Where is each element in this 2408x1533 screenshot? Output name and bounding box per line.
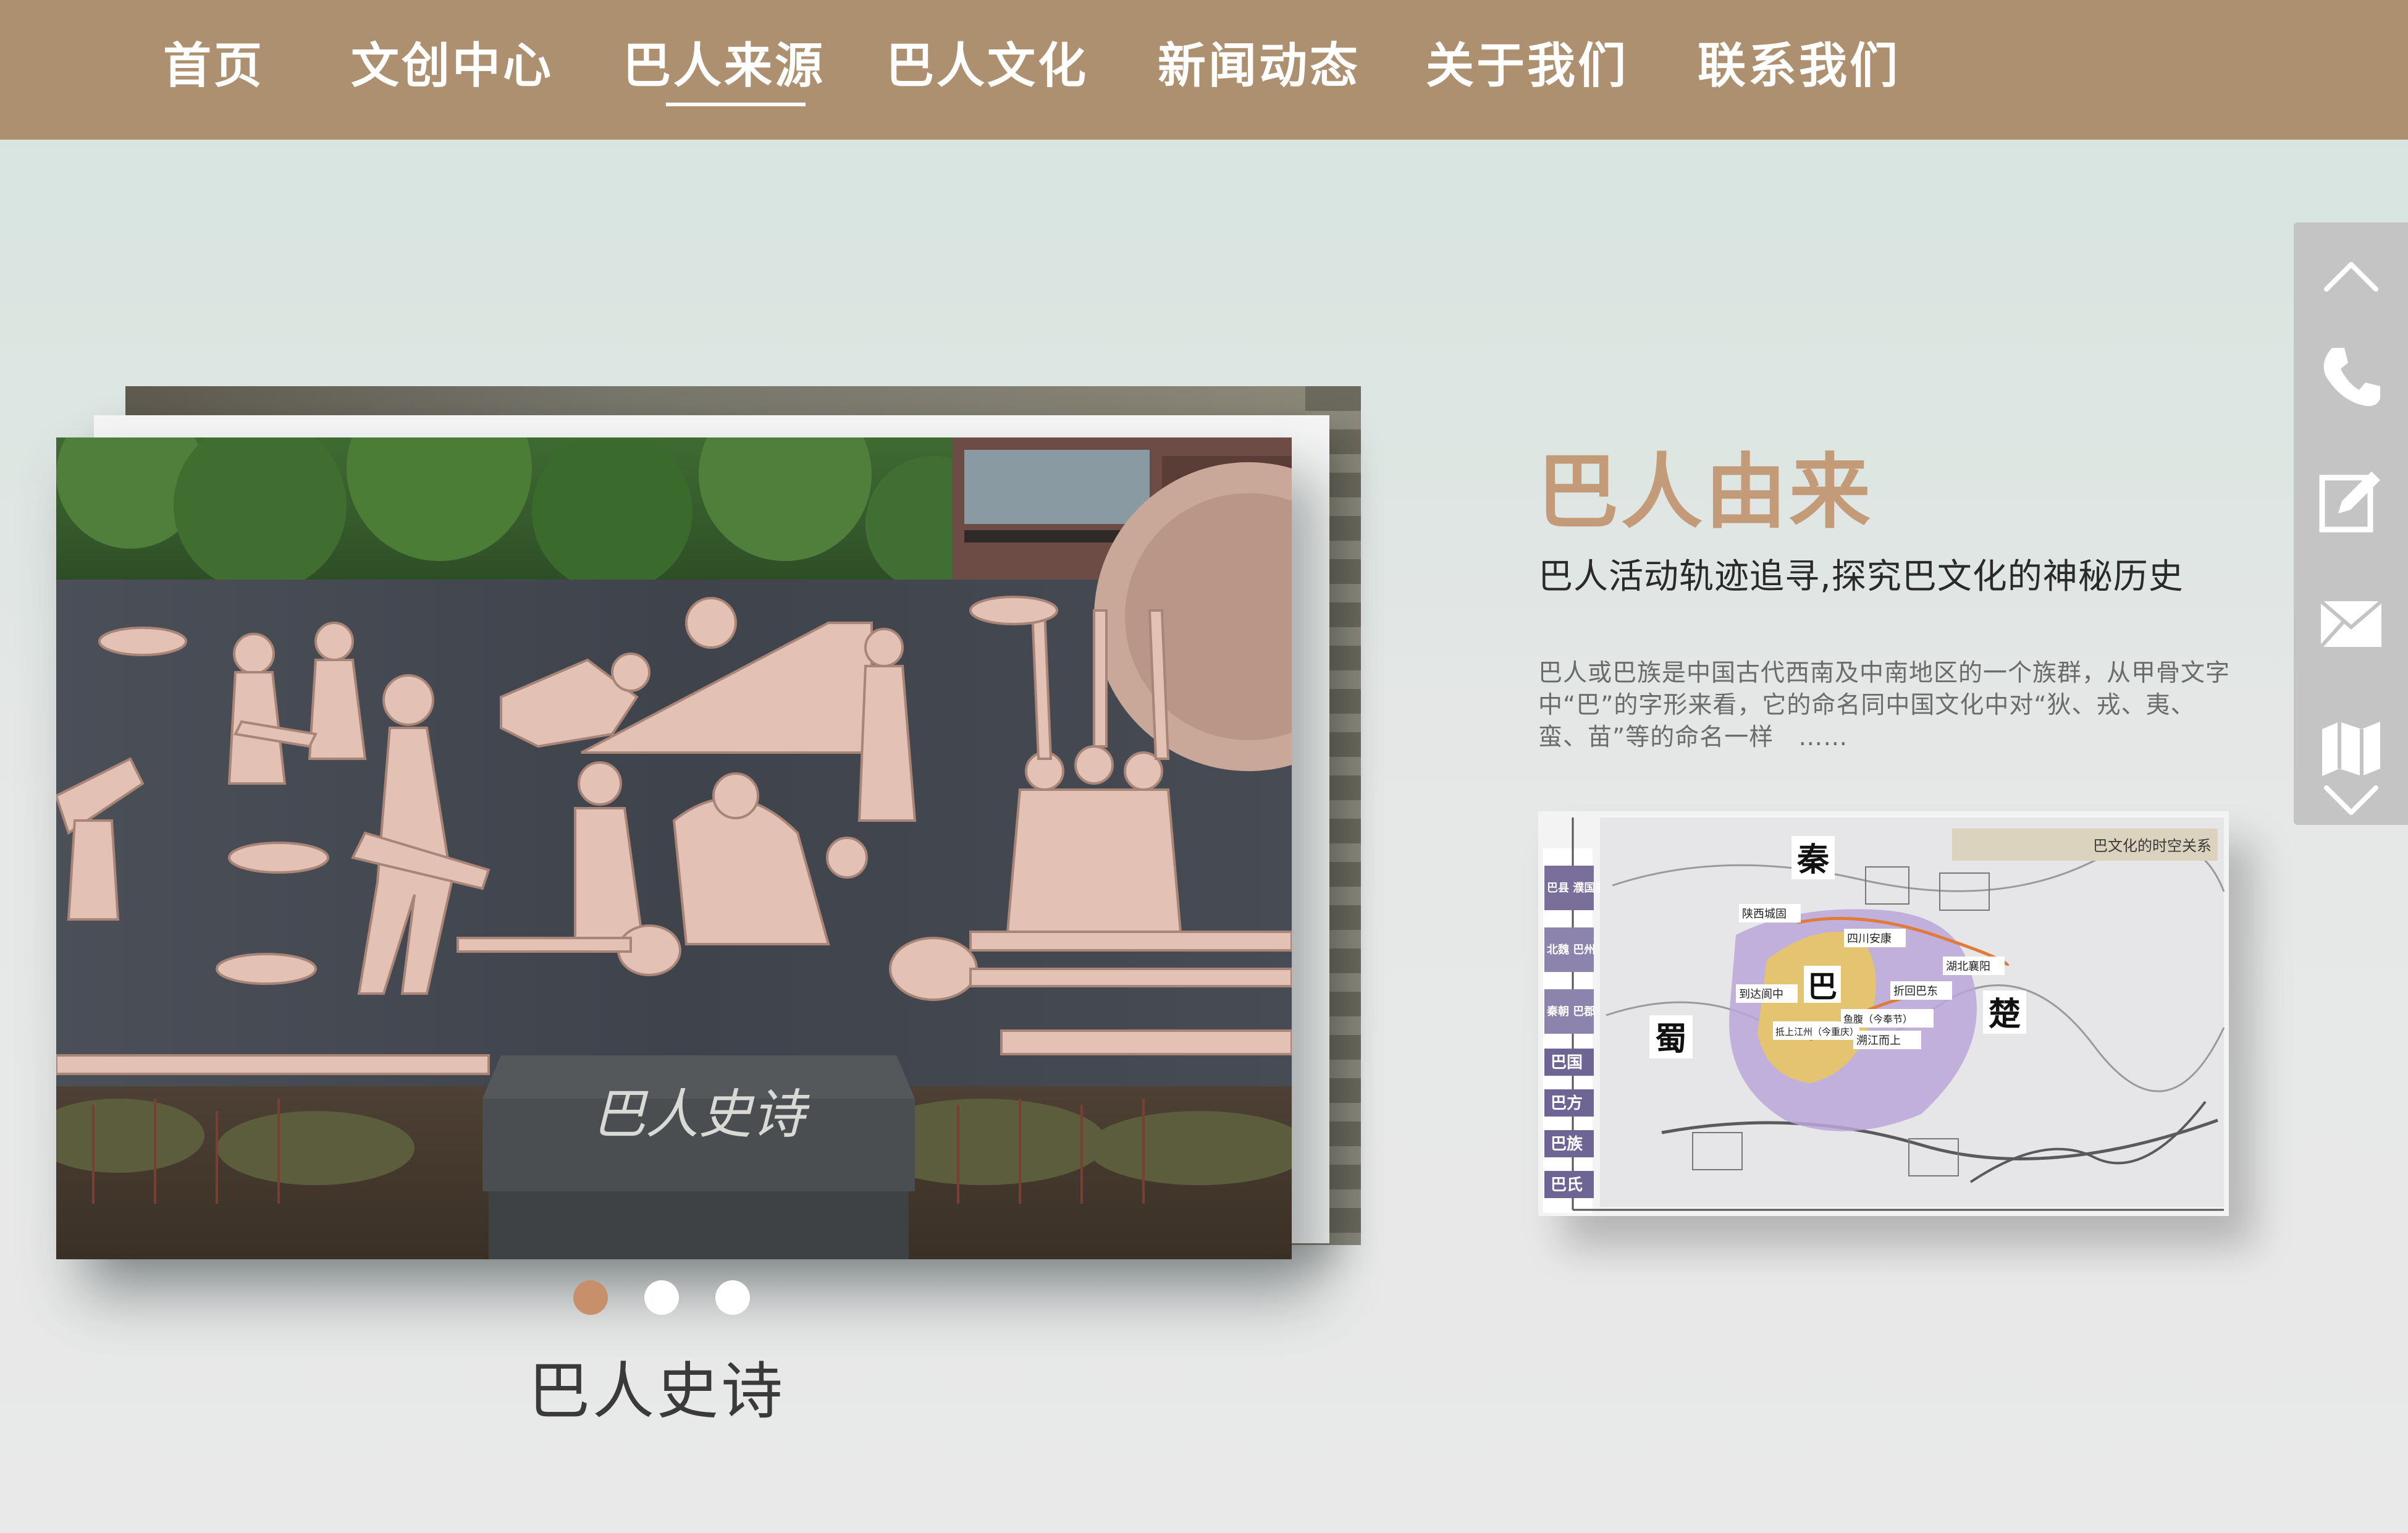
region-shu: 蜀 <box>1655 1020 1687 1058</box>
ba-culture-map[interactable]: 巴县 濮国府 北魏 巴州 秦朝 巴郡 巴国 巴方 巴族 巴氏 巴文化的时空关系 <box>1538 811 2229 1216</box>
place-label-4: 折回巴东 <box>1893 985 1938 998</box>
map-legend-title: 巴文化的时空关系 <box>2093 837 2212 855</box>
section-body-text: 巴人或巴族是中国古代西南及中南地区的一个族群，从甲骨文字中“巴”的字形来看，它的… <box>1538 659 2231 751</box>
nav-item-about-us[interactable]: 关于我们 <box>1426 32 1628 106</box>
place-label-5: 到达阆中 <box>1739 988 1783 1001</box>
carousel-dot-3[interactable] <box>715 1280 750 1315</box>
map-icon <box>2322 722 2380 776</box>
mail-icon <box>2319 599 2383 649</box>
timeline-label-5: 巴方 <box>1551 1094 1583 1113</box>
edit-icon <box>2319 471 2380 533</box>
active-nav-indicator <box>666 103 806 106</box>
nav-item-ba-culture[interactable]: 巴人文化 <box>886 32 1088 106</box>
nav-item-label: 巴人来源 <box>623 38 826 94</box>
place-label-3: 湖北襄阳 <box>1946 960 1990 973</box>
place-label-2: 四川安康 <box>1847 932 1892 945</box>
edit-button[interactable] <box>2294 454 2408 547</box>
floating-side-toolbar <box>2294 222 2408 825</box>
chevron-up-icon <box>2323 262 2378 292</box>
scroll-down-button[interactable] <box>2294 779 2408 825</box>
phone-icon <box>2323 348 2380 407</box>
place-label-7: 鱼腹（今奉节） <box>1843 1013 1913 1025</box>
section-subtitle: 巴人活动轨迹追寻,探究巴文化的神秘历史 <box>1538 557 2184 597</box>
place-label-1: 陕西城固 <box>1742 908 1787 921</box>
scroll-up-button[interactable] <box>2294 229 2408 321</box>
timeline-label-2: 北魏 巴州 <box>1547 943 1595 957</box>
top-navbar: 首页 文创中心 巴人来源 巴人文化 新闻动态 关于我们 联系我们 <box>0 0 2408 140</box>
mail-button[interactable] <box>2294 578 2408 670</box>
historical-map: 巴县 濮国府 北魏 巴州 秦朝 巴郡 巴国 巴方 巴族 巴氏 巴文化的时空关系 <box>1538 811 2229 1216</box>
relief-wall-photo: 巴人史诗 <box>56 437 1292 1259</box>
nav-item-creative-center[interactable]: 文创中心 <box>351 32 554 106</box>
region-ba: 巴 <box>1808 969 1837 1004</box>
nav-item-home[interactable]: 首页 <box>163 32 264 106</box>
carousel-dot-1[interactable] <box>573 1280 608 1315</box>
timeline-label-3: 秦朝 巴郡 <box>1546 1005 1595 1018</box>
carousel-caption: 巴人史诗 <box>528 1355 785 1427</box>
timeline-label-1: 巴县 濮国府 <box>1547 881 1606 895</box>
nav-item-news[interactable]: 新闻动态 <box>1158 32 1360 106</box>
nav-item-contact-us[interactable]: 联系我们 <box>1698 32 1900 106</box>
place-label-8: 溯江而上 <box>1856 1034 1901 1047</box>
phone-button[interactable] <box>2294 331 2408 423</box>
timeline-label-4: 巴国 <box>1551 1054 1583 1072</box>
carousel-dot-2[interactable] <box>644 1280 679 1315</box>
region-qin: 秦 <box>1796 841 1830 879</box>
carousel-main-photo[interactable]: 巴人史诗 <box>56 437 1292 1259</box>
timeline-label-6: 巴族 <box>1551 1134 1583 1154</box>
timeline-label-7: 巴氏 <box>1551 1176 1583 1194</box>
region-chu: 楚 <box>1989 995 2021 1033</box>
nav-item-ba-origin[interactable]: 巴人来源 <box>623 32 825 106</box>
stone-sign-text: 巴人史诗 <box>592 1084 810 1146</box>
chevron-down-icon <box>2323 785 2378 815</box>
place-label-6: 抵上江州（今重庆） <box>1775 1026 1859 1037</box>
section-title: 巴人由来 <box>1537 445 1873 540</box>
